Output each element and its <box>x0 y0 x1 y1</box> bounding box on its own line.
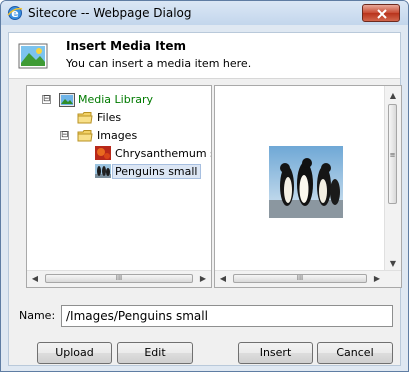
close-button[interactable] <box>362 4 400 22</box>
penguins-preview-image <box>269 146 343 218</box>
cancel-button[interactable]: Cancel <box>317 342 393 364</box>
tree-item-chrysanthemum[interactable]: Chrysanthemum sma <box>95 146 211 162</box>
tree-item-label: Chrysanthemum sma <box>115 147 211 160</box>
scroll-right-icon[interactable]: ▶ <box>369 271 385 287</box>
dialog-title: Insert Media Item <box>66 39 187 53</box>
scroll-up-icon[interactable]: ▲ <box>385 88 401 104</box>
dialog-subtitle: You can insert a media item here. <box>66 57 252 70</box>
close-icon <box>377 9 387 19</box>
name-label: Name: <box>19 309 56 322</box>
folder-icon <box>77 130 93 142</box>
window-title: Sitecore -- Webpage Dialog <box>28 6 192 20</box>
dialog-content: Insert Media Item You can insert a media… <box>8 32 402 366</box>
scroll-thumb[interactable]: ≡ <box>388 104 397 204</box>
preview-pane[interactable]: ▲ ≡ ▼ ◀ III ▶ <box>214 85 402 288</box>
tree-item-images[interactable]: ⊟ Images <box>60 128 200 144</box>
edit-button[interactable]: Edit <box>117 342 193 364</box>
media-library-icon <box>59 93 75 107</box>
media-item-icon <box>18 43 48 69</box>
tree-item-label: Media Library <box>78 93 153 106</box>
insert-button[interactable]: Insert <box>238 342 313 364</box>
scroll-thumb[interactable]: III <box>45 274 193 283</box>
folder-icon <box>77 112 93 124</box>
image-thumbnail-icon <box>95 164 111 178</box>
media-tree-pane[interactable]: ⊟ Media Library Files ⊟ Images Chrysanth… <box>26 85 212 288</box>
upload-button[interactable]: Upload <box>37 342 112 364</box>
collapse-icon[interactable]: ⊟ <box>42 95 51 104</box>
preview-vertical-scrollbar[interactable]: ▲ ≡ ▼ <box>384 86 401 272</box>
image-thumbnail-icon <box>95 146 111 160</box>
tree-item-penguins[interactable]: Penguins small <box>95 164 211 180</box>
dialog-window: e Sitecore -- Webpage Dialog Insert Medi… <box>0 0 409 372</box>
tree-horizontal-scrollbar[interactable]: ◀ III ▶ <box>27 270 211 287</box>
scroll-thumb[interactable]: III <box>233 274 367 283</box>
dialog-header: Insert Media Item You can insert a media… <box>9 33 400 79</box>
preview-horizontal-scrollbar[interactable]: ◀ III ▶ <box>215 270 401 287</box>
collapse-icon[interactable]: ⊟ <box>60 131 69 140</box>
scroll-right-icon[interactable]: ▶ <box>195 271 211 287</box>
title-bar[interactable]: e Sitecore -- Webpage Dialog <box>1 1 408 25</box>
tree-item-media-library[interactable]: ⊟ Media Library <box>42 92 202 108</box>
ie-icon: e <box>7 6 23 20</box>
tree-item-label: Files <box>97 111 122 124</box>
scroll-left-icon[interactable]: ◀ <box>215 271 231 287</box>
tree-item-label: Penguins small <box>112 164 201 179</box>
scroll-left-icon[interactable]: ◀ <box>27 271 43 287</box>
tree-item-files[interactable]: Files <box>77 110 197 126</box>
tree-item-label: Images <box>97 129 138 142</box>
name-field[interactable] <box>61 305 393 327</box>
